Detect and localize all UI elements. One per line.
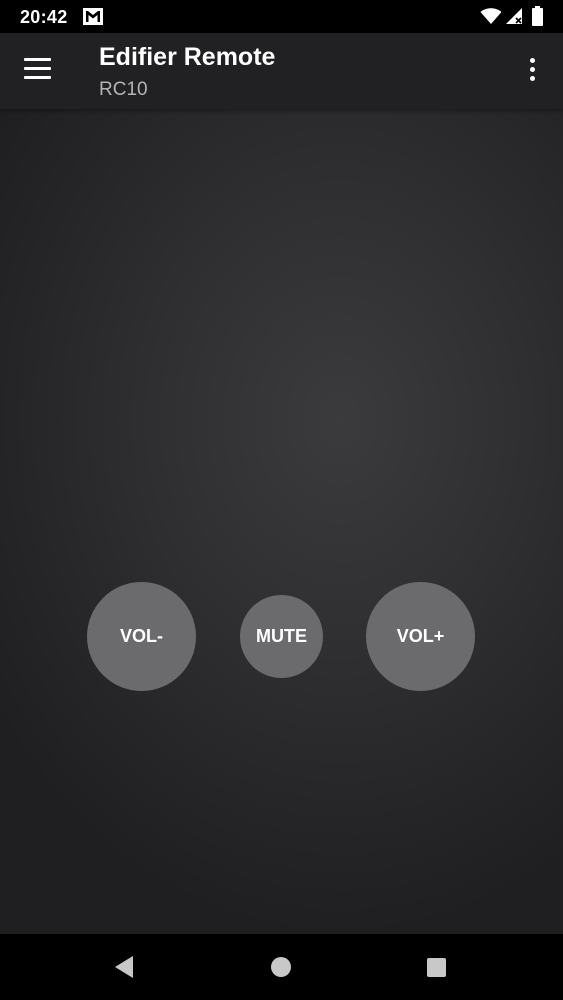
app-bar: Edifier Remote RC10 xyxy=(0,33,563,109)
signal-icon xyxy=(506,8,522,24)
mute-label: MUTE xyxy=(256,626,307,646)
menu-icon[interactable] xyxy=(24,58,52,82)
home-icon[interactable] xyxy=(271,957,291,977)
gmail-icon xyxy=(83,8,103,25)
vol-up-label: VOL+ xyxy=(396,626,445,646)
more-vert-icon[interactable] xyxy=(522,58,542,84)
wifi-icon xyxy=(480,8,502,24)
status-bar: 20:42 xyxy=(0,0,563,33)
mute-button[interactable]: MUTE xyxy=(240,595,323,678)
vol-down-label: VOL- xyxy=(120,626,163,646)
remote-screen: 20:42 Edifier Remote RC10 VOL- MUTE VOL+ xyxy=(0,0,563,1000)
vol-down-button[interactable]: VOL- xyxy=(87,582,196,691)
back-icon[interactable] xyxy=(113,955,135,979)
battery-icon xyxy=(532,6,543,26)
app-title: Edifier Remote xyxy=(99,43,276,71)
status-time: 20:42 xyxy=(20,7,68,27)
vol-up-button[interactable]: VOL+ xyxy=(366,582,475,691)
app-subtitle: RC10 xyxy=(99,79,148,100)
recents-icon[interactable] xyxy=(427,958,446,977)
nav-bar xyxy=(0,934,563,1000)
